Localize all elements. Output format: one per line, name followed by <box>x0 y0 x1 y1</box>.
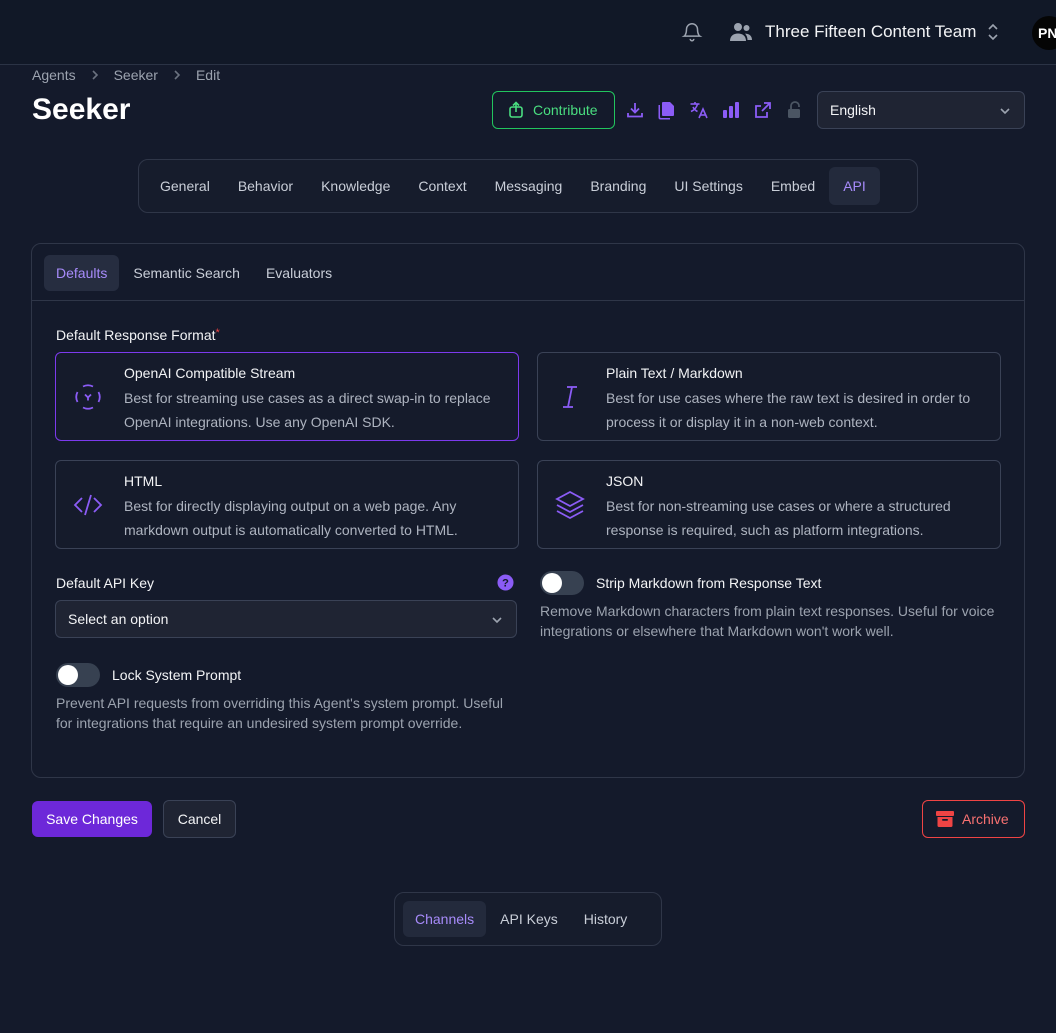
format-description: Best for use cases where the raw text is… <box>606 390 971 430</box>
toggle-knob <box>58 665 78 685</box>
text-cursor-icon <box>563 386 577 408</box>
page-title: Seeker <box>32 93 131 126</box>
chevron-down-icon <box>1000 108 1010 115</box>
format-title: JSON <box>606 473 644 489</box>
chevron-down-icon <box>492 617 502 624</box>
format-description: Best for directly displaying output on a… <box>124 498 458 538</box>
format-title: HTML <box>124 473 163 489</box>
format-description: Best for streaming use cases as a direct… <box>124 390 491 430</box>
lock-system-prompt-label: Lock System Prompt <box>112 667 242 683</box>
subtab-evaluators[interactable]: Evaluators <box>254 255 344 291</box>
code-icon <box>73 494 103 516</box>
top-bar: Three Fifteen Content Team PN <box>0 0 1056 65</box>
save-changes-button[interactable]: Save Changes <box>32 801 152 837</box>
tab-embed[interactable]: Embed <box>757 167 829 205</box>
api-key-label: Default API Key <box>56 575 155 591</box>
svg-text:?: ? <box>502 577 509 589</box>
lock-system-prompt-help: Prevent API requests from overriding thi… <box>56 695 503 731</box>
format-description: Best for non-streaming use cases or wher… <box>606 498 951 538</box>
strip-markdown-label: Strip Markdown from Response Text <box>596 575 822 591</box>
main-tab-bar: General Behavior Knowledge Context Messa… <box>138 159 918 213</box>
layers-icon <box>555 490 585 520</box>
tab-behavior[interactable]: Behavior <box>224 167 307 205</box>
toggle-knob <box>542 573 562 593</box>
tab-history[interactable]: History <box>572 901 640 937</box>
format-title: Plain Text / Markdown <box>606 365 743 381</box>
tab-api-keys[interactable]: API Keys <box>488 901 570 937</box>
api-key-select[interactable]: Select an option <box>55 600 517 638</box>
breadcrumb-edit: Edit <box>195 67 221 83</box>
subtab-defaults[interactable]: Defaults <box>44 255 120 291</box>
tab-context[interactable]: Context <box>404 167 480 205</box>
format-option-json[interactable]: JSON Best for non-streaming use cases or… <box>537 460 1001 549</box>
team-icon <box>730 23 752 41</box>
required-mark: * <box>215 327 220 339</box>
language-value: English <box>830 102 876 118</box>
sub-tab-bar: Defaults Semantic Search Evaluators <box>44 255 344 291</box>
tab-general[interactable]: General <box>146 167 224 205</box>
tab-messaging[interactable]: Messaging <box>481 167 577 205</box>
archive-button[interactable]: Archive <box>922 800 1025 838</box>
response-format-label: Default Response Format* <box>56 327 220 343</box>
format-option-plain-text[interactable]: Plain Text / Markdown Best for use cases… <box>537 352 1001 441</box>
archive-label: Archive <box>962 811 1009 827</box>
divider <box>32 300 1024 301</box>
api-key-placeholder: Select an option <box>68 611 169 627</box>
format-title: OpenAI Compatible Stream <box>124 365 296 381</box>
archive-icon <box>936 811 954 827</box>
subtab-semantic-search[interactable]: Semantic Search <box>121 255 252 291</box>
unlock-icon[interactable] <box>785 100 805 120</box>
team-switcher[interactable]: Three Fifteen Content Team <box>765 21 976 43</box>
breadcrumb-seeker[interactable]: Seeker <box>114 67 158 83</box>
analytics-icon[interactable] <box>721 100 741 120</box>
help-icon[interactable]: ? <box>497 574 514 591</box>
breadcrumb: Agents Seeker Edit <box>32 66 220 84</box>
bell-icon[interactable] <box>681 21 703 43</box>
download-icon[interactable] <box>625 100 645 120</box>
chevron-right-icon <box>174 70 181 80</box>
copy-icon[interactable] <box>657 100 677 120</box>
strip-markdown-toggle[interactable] <box>540 571 584 595</box>
translate-icon[interactable] <box>689 100 709 120</box>
share-upload-icon <box>509 101 523 118</box>
breadcrumb-agents[interactable]: Agents <box>32 67 76 83</box>
chevron-up-down-icon[interactable] <box>986 22 1000 42</box>
tab-channels[interactable]: Channels <box>403 901 487 937</box>
language-select[interactable]: English <box>817 91 1025 129</box>
cancel-button[interactable]: Cancel <box>163 800 236 838</box>
lock-system-prompt-toggle[interactable] <box>56 663 100 687</box>
tab-knowledge[interactable]: Knowledge <box>307 167 404 205</box>
contribute-label: Contribute <box>533 102 598 118</box>
strip-markdown-help: Remove Markdown characters from plain te… <box>540 603 995 639</box>
chevron-right-icon <box>92 70 98 80</box>
external-link-icon[interactable] <box>753 100 773 120</box>
contribute-button[interactable]: Contribute <box>492 91 615 129</box>
avatar[interactable]: PN <box>1032 16 1056 50</box>
tab-ui-settings[interactable]: UI Settings <box>660 167 756 205</box>
format-option-html[interactable]: HTML Best for directly displaying output… <box>55 460 519 549</box>
bottom-tab-bar: Channels API Keys History <box>394 892 662 946</box>
tab-api[interactable]: API <box>829 167 880 205</box>
format-option-openai-stream[interactable]: OpenAI Compatible Stream Best for stream… <box>55 352 519 441</box>
tab-branding[interactable]: Branding <box>576 167 660 205</box>
openai-stream-icon <box>75 384 101 410</box>
